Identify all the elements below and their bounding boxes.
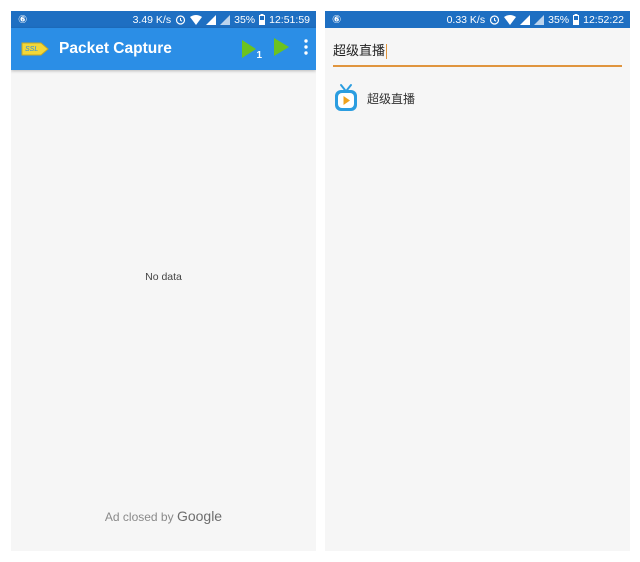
ssl-logo-icon: SSL [21,42,49,56]
start-capture-button[interactable] [273,37,290,62]
ad-closed-banner: Ad closed by Google [11,508,316,524]
text-caret [386,44,388,60]
signal-icon [206,14,217,25]
status-bar: ⑥ 0.33 K/s 35% 12:52:22 [325,11,630,28]
clock: 12:52:22 [583,13,624,26]
play-with-app-icon [242,40,256,58]
app-search-screen: ⑥ 0.33 K/s 35% 12:52:22 超级直播 超级直播 [325,11,630,551]
network-speed: 0.33 K/s [446,13,486,26]
alarm-icon [176,15,186,25]
battery-icon [573,14,580,25]
overflow-menu-icon [304,38,308,55]
signal-icon-2 [534,14,545,25]
play-badge: 1 [256,50,262,61]
list-item[interactable]: 超级直播 [334,83,415,113]
ad-brand: Google [176,508,223,524]
alarm-icon [490,15,500,25]
wifi-icon [504,14,517,25]
app-search-input[interactable]: 超级直播 [333,38,622,67]
play-icon [274,37,289,56]
app-title: Packet Capture [59,40,172,57]
network-speed: 3.49 K/s [132,13,172,26]
signal-icon [520,14,531,25]
status-app-logo-icon: ⑥ [332,14,342,26]
play-with-app-button[interactable]: 1 [241,39,262,61]
ad-closed-text: Ad closed by [104,510,174,524]
status-bar: ⑥ 3.49 K/s 35% 12:51:59 [11,11,316,28]
tv-app-icon [335,84,357,111]
wifi-icon [190,14,203,25]
packet-capture-screen: ⑥ 3.49 K/s 35% 12:51:59 SSL Packet Captu… [11,11,316,551]
battery-percent: 35% [234,13,256,26]
empty-state-text: No data [145,271,182,283]
search-value: 超级直播 [333,43,386,58]
overflow-menu-button[interactable] [304,38,308,60]
battery-percent: 35% [548,13,570,26]
battery-icon [259,14,266,25]
result-label: 超级直播 [367,91,416,106]
status-app-logo-icon: ⑥ [18,14,28,26]
clock: 12:51:59 [269,13,310,26]
app-bar: SSL Packet Capture 1 [11,28,316,70]
signal-icon-2 [220,14,231,25]
svg-text:SSL: SSL [25,46,38,53]
